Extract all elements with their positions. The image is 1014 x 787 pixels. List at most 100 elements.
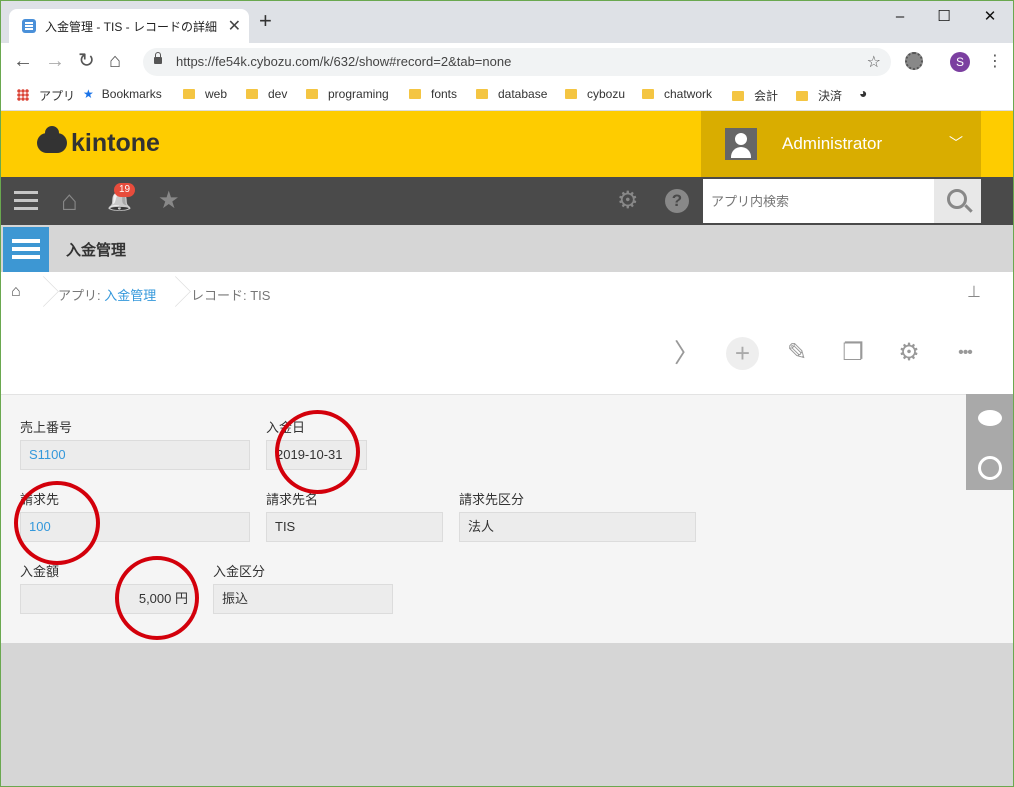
bookmark-label: dev — [268, 87, 288, 101]
kintone-header: kintone Administrator ﹀ — [1, 111, 1013, 177]
apps-grid-icon — [17, 89, 29, 101]
bookmark-dev[interactable]: dev — [246, 87, 287, 101]
comment-bubble-icon[interactable] — [978, 410, 1002, 426]
bookmark-kessai[interactable]: 決済 — [796, 87, 842, 104]
forward-button[interactable]: → — [45, 49, 65, 73]
browser-window: 入金管理 - TIS - レコードの詳細 ✕ + – ☐ ✕ ← → ↻ ⌂ h… — [0, 0, 1014, 787]
app-search — [703, 179, 934, 223]
side-panel-tabs — [966, 394, 1013, 490]
chevron-down-icon: ﹀ — [949, 135, 963, 151]
next-record-icon[interactable]: 〉 — [671, 338, 703, 368]
edit-record-icon[interactable]: ✎ — [781, 338, 813, 368]
user-name: Administrator — [782, 134, 883, 153]
breadcrumb-home-icon[interactable]: ⌂ — [11, 283, 21, 301]
duplicate-record-icon[interactable]: ❐ — [837, 338, 869, 368]
bookmarks-bar: アプリ ★ Bookmarks web dev programing fonts … — [1, 80, 1013, 111]
folder-icon — [306, 89, 318, 99]
breadcrumb: ⌂ アプリ: 入金管理 レコード: TIS ⊥ — [1, 272, 1013, 315]
profile-avatar[interactable]: S — [950, 52, 970, 72]
field-value-amount: 5,000 円 — [20, 584, 197, 614]
globe-icon[interactable]: ◕ — [859, 85, 867, 101]
bookmark-label: programing — [328, 87, 389, 101]
bookmark-cybozu[interactable]: cybozu — [565, 87, 625, 101]
add-record-button[interactable]: + — [726, 337, 759, 370]
bookmark-label: 会計 — [754, 89, 779, 103]
bookmark-programing[interactable]: programing — [306, 87, 389, 101]
field-label-billing-to: 請求先 — [20, 492, 60, 507]
folder-icon — [642, 89, 654, 99]
tab-strip: 入金管理 - TIS - レコードの詳細 ✕ + – ☐ ✕ — [1, 1, 1013, 43]
maximize-button[interactable]: ☐ — [921, 3, 967, 31]
tab-title: 入金管理 - TIS - レコードの詳細 — [45, 20, 217, 34]
star-icon: ★ — [83, 87, 94, 101]
bookmark-label: database — [498, 87, 548, 101]
field-value-billing-type: 法人 — [459, 512, 696, 542]
bookmark-bookmarks[interactable]: ★ Bookmarks — [83, 87, 162, 101]
bookmark-label: cybozu — [587, 87, 626, 101]
breadcrumb-app-link[interactable]: 入金管理 — [104, 288, 156, 303]
search-button-icon[interactable] — [934, 179, 981, 223]
bookmark-chatwork[interactable]: chatwork — [642, 87, 712, 101]
hamburger-menu-icon[interactable] — [14, 191, 38, 211]
app-name: 入金管理 — [66, 242, 127, 259]
field-label-payment-type: 入金区分 — [213, 564, 266, 579]
browser-menu-icon[interactable]: ⋮ — [987, 51, 1003, 71]
bookmark-label: 決済 — [818, 89, 843, 103]
bookmark-star-icon[interactable]: ☆ — [867, 52, 881, 72]
back-button[interactable]: ← — [13, 49, 33, 73]
minimize-button[interactable]: – — [877, 3, 923, 31]
app-search-input[interactable] — [703, 179, 934, 223]
field-label-payment-date: 入金日 — [266, 420, 306, 435]
breadcrumb-separator — [167, 272, 181, 313]
field-value-sales-no[interactable]: S1100 — [20, 440, 250, 470]
breadcrumb-app: アプリ: 入金管理 — [58, 285, 156, 304]
user-avatar-icon — [725, 128, 757, 160]
bookmark-label: chatwork — [664, 87, 713, 101]
app-list-icon[interactable] — [3, 227, 49, 273]
address-bar[interactable]: https://fe54k.cybozu.com/k/632/show#reco… — [143, 48, 891, 76]
folder-icon — [409, 89, 421, 99]
bookmark-fonts[interactable]: fonts — [409, 87, 457, 101]
help-icon[interactable]: ? — [665, 189, 689, 213]
bookmark-label: fonts — [431, 87, 458, 101]
history-icon[interactable] — [978, 456, 1002, 480]
extension-icon[interactable] — [905, 52, 923, 70]
bookmark-web[interactable]: web — [183, 87, 227, 101]
kintone-logo[interactable]: kintone — [37, 126, 160, 158]
notification-count-badge: 19 — [114, 183, 136, 197]
url-text[interactable]: https://fe54k.cybozu.com/k/632/show#reco… — [176, 54, 511, 69]
folder-icon — [732, 91, 744, 101]
field-label-sales-no: 売上番号 — [20, 420, 73, 435]
bookmark-label: アプリ — [39, 89, 76, 103]
record-settings-icon[interactable]: ⚙ — [893, 338, 925, 368]
pin-icon[interactable]: ⊥ — [967, 282, 981, 302]
breadcrumb-app-prefix: アプリ: — [58, 288, 105, 303]
field-value-payment-date: 2019-10-31 — [266, 440, 367, 470]
close-window-button[interactable]: ✕ — [967, 3, 1013, 31]
bookmark-database[interactable]: database — [476, 87, 547, 101]
new-tab-button[interactable]: + — [259, 10, 272, 32]
folder-icon — [565, 89, 577, 99]
browser-toolbar: ← → ↻ ⌂ https://fe54k.cybozu.com/k/632/s… — [1, 43, 1013, 80]
field-label-billing-type: 請求先区分 — [459, 492, 525, 507]
field-value-billing-to[interactable]: 100 — [20, 512, 250, 542]
app-title-bar: 入金管理 — [1, 225, 1013, 273]
favorites-star-icon[interactable]: ★ — [158, 187, 180, 215]
user-menu[interactable]: Administrator ﹀ — [701, 111, 981, 177]
browser-tab[interactable]: 入金管理 - TIS - レコードの詳細 ✕ — [9, 9, 249, 43]
home-icon[interactable]: ⌂ — [61, 187, 78, 215]
logo-text: kintone — [71, 129, 160, 157]
kintone-app-favicon-icon — [22, 19, 36, 33]
more-options-icon[interactable]: ••• — [947, 338, 983, 368]
bookmark-kaikei[interactable]: 会計 — [732, 87, 778, 104]
bookmark-label: web — [205, 87, 228, 101]
folder-icon — [183, 89, 195, 99]
tab-close-icon[interactable]: ✕ — [228, 16, 241, 36]
record-detail: 売上番号 S1100 入金日 2019-10-31 請求先 100 請求先名 T… — [1, 395, 1013, 643]
settings-gear-icon[interactable]: ⚙ — [617, 187, 639, 215]
reload-button[interactable]: ↻ — [78, 49, 95, 73]
breadcrumb-separator — [35, 272, 49, 313]
home-button[interactable]: ⌂ — [109, 49, 121, 73]
bookmark-apps[interactable]: アプリ — [17, 87, 75, 104]
kintone-cloud-icon — [37, 126, 67, 153]
